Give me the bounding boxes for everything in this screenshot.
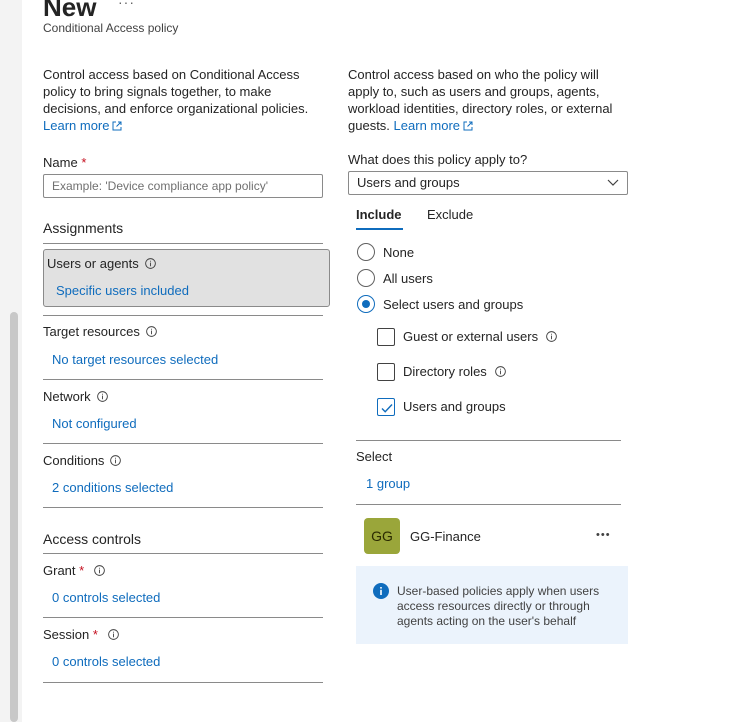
- chevron-down-icon: [607, 179, 619, 186]
- page-subtitle: Conditional Access policy: [43, 21, 179, 35]
- info-icon: [146, 326, 157, 337]
- select-label: Select: [356, 449, 393, 464]
- checkbox-guest-external[interactable]: [377, 328, 395, 346]
- divider: [43, 682, 323, 683]
- apply-to-value: Users and groups: [357, 175, 460, 190]
- access-controls-heading: Access controls: [43, 531, 142, 547]
- info-icon: [108, 629, 119, 640]
- divider: [43, 553, 323, 554]
- checkbox-guest-external-label: Guest or external users: [403, 329, 557, 344]
- scrollbar-thumb[interactable]: [10, 312, 18, 722]
- right-description: Control access based on who the policy w…: [348, 66, 623, 134]
- apply-to-label: What does this policy apply to?: [348, 152, 528, 167]
- avatar: GG: [364, 518, 400, 554]
- checkmark-icon: [381, 404, 393, 413]
- name-input[interactable]: [43, 174, 323, 198]
- required-mark: *: [81, 155, 87, 170]
- apply-to-dropdown[interactable]: Users and groups: [348, 171, 628, 195]
- name-label: Name *: [43, 155, 87, 170]
- checkbox-users-and-groups-label: Users and groups: [403, 399, 506, 414]
- info-icon: [144, 258, 156, 269]
- divider: [43, 443, 323, 444]
- network-value[interactable]: Not configured: [52, 416, 137, 431]
- divider: [356, 440, 621, 441]
- right-description-text: Control access based on who the policy w…: [348, 67, 613, 133]
- info-icon: [110, 455, 122, 466]
- radio-all-users-label: All users: [383, 271, 433, 286]
- divider: [356, 504, 621, 505]
- info-message-text: User-based policies apply when users acc…: [397, 584, 600, 628]
- divider: [43, 243, 323, 244]
- conditions-label: Conditions: [43, 453, 122, 468]
- conditions-value[interactable]: 2 conditions selected: [52, 480, 173, 495]
- external-link-icon: [112, 121, 122, 131]
- info-filled-icon: [373, 583, 389, 599]
- right-learn-more-link[interactable]: Learn more: [394, 118, 473, 133]
- tab-exclude[interactable]: Exclude: [427, 207, 473, 222]
- divider: [43, 379, 323, 380]
- more-options-button[interactable]: ···: [118, 0, 135, 10]
- users-or-agents-value[interactable]: Specific users included: [56, 283, 189, 298]
- session-value[interactable]: 0 controls selected: [52, 654, 160, 669]
- tab-include[interactable]: Include: [356, 207, 402, 222]
- assignments-heading: Assignments: [43, 220, 124, 236]
- radio-none-label: None: [383, 245, 415, 260]
- radio-select-users-groups-label: Select users and groups: [383, 297, 524, 312]
- grant-value[interactable]: 0 controls selected: [52, 590, 160, 605]
- checkbox-directory-roles-label: Directory roles: [403, 364, 506, 379]
- network-label: Network: [43, 389, 108, 404]
- divider: [43, 617, 323, 618]
- users-or-agents-label: Users or agents: [47, 256, 156, 271]
- info-icon: [94, 565, 106, 576]
- grant-label: Grant *: [43, 563, 106, 578]
- divider: [43, 507, 323, 508]
- session-label: Session *: [43, 627, 119, 642]
- checkbox-users-and-groups[interactable]: [377, 398, 395, 416]
- radio-all-users[interactable]: [357, 269, 375, 287]
- member-name: GG-Finance: [410, 529, 481, 544]
- select-group-link[interactable]: 1 group: [366, 476, 410, 491]
- left-learn-more-link[interactable]: Learn more: [43, 118, 122, 133]
- info-icon: [546, 331, 557, 342]
- target-resources-label: Target resources: [43, 324, 157, 339]
- divider: [43, 315, 323, 316]
- external-link-icon: [463, 121, 473, 131]
- member-more-button[interactable]: •••: [596, 529, 611, 541]
- tab-include-indicator: [356, 228, 403, 230]
- info-icon: [494, 366, 506, 377]
- left-description-text: Control access based on Conditional Acce…: [43, 67, 309, 116]
- checkbox-directory-roles[interactable]: [377, 363, 395, 381]
- radio-select-users-groups[interactable]: [357, 295, 375, 313]
- radio-none[interactable]: [357, 243, 375, 261]
- info-icon: [96, 391, 108, 402]
- target-resources-value[interactable]: No target resources selected: [52, 352, 218, 367]
- page-title: New: [43, 0, 97, 22]
- left-description: Control access based on Conditional Acce…: [43, 66, 318, 134]
